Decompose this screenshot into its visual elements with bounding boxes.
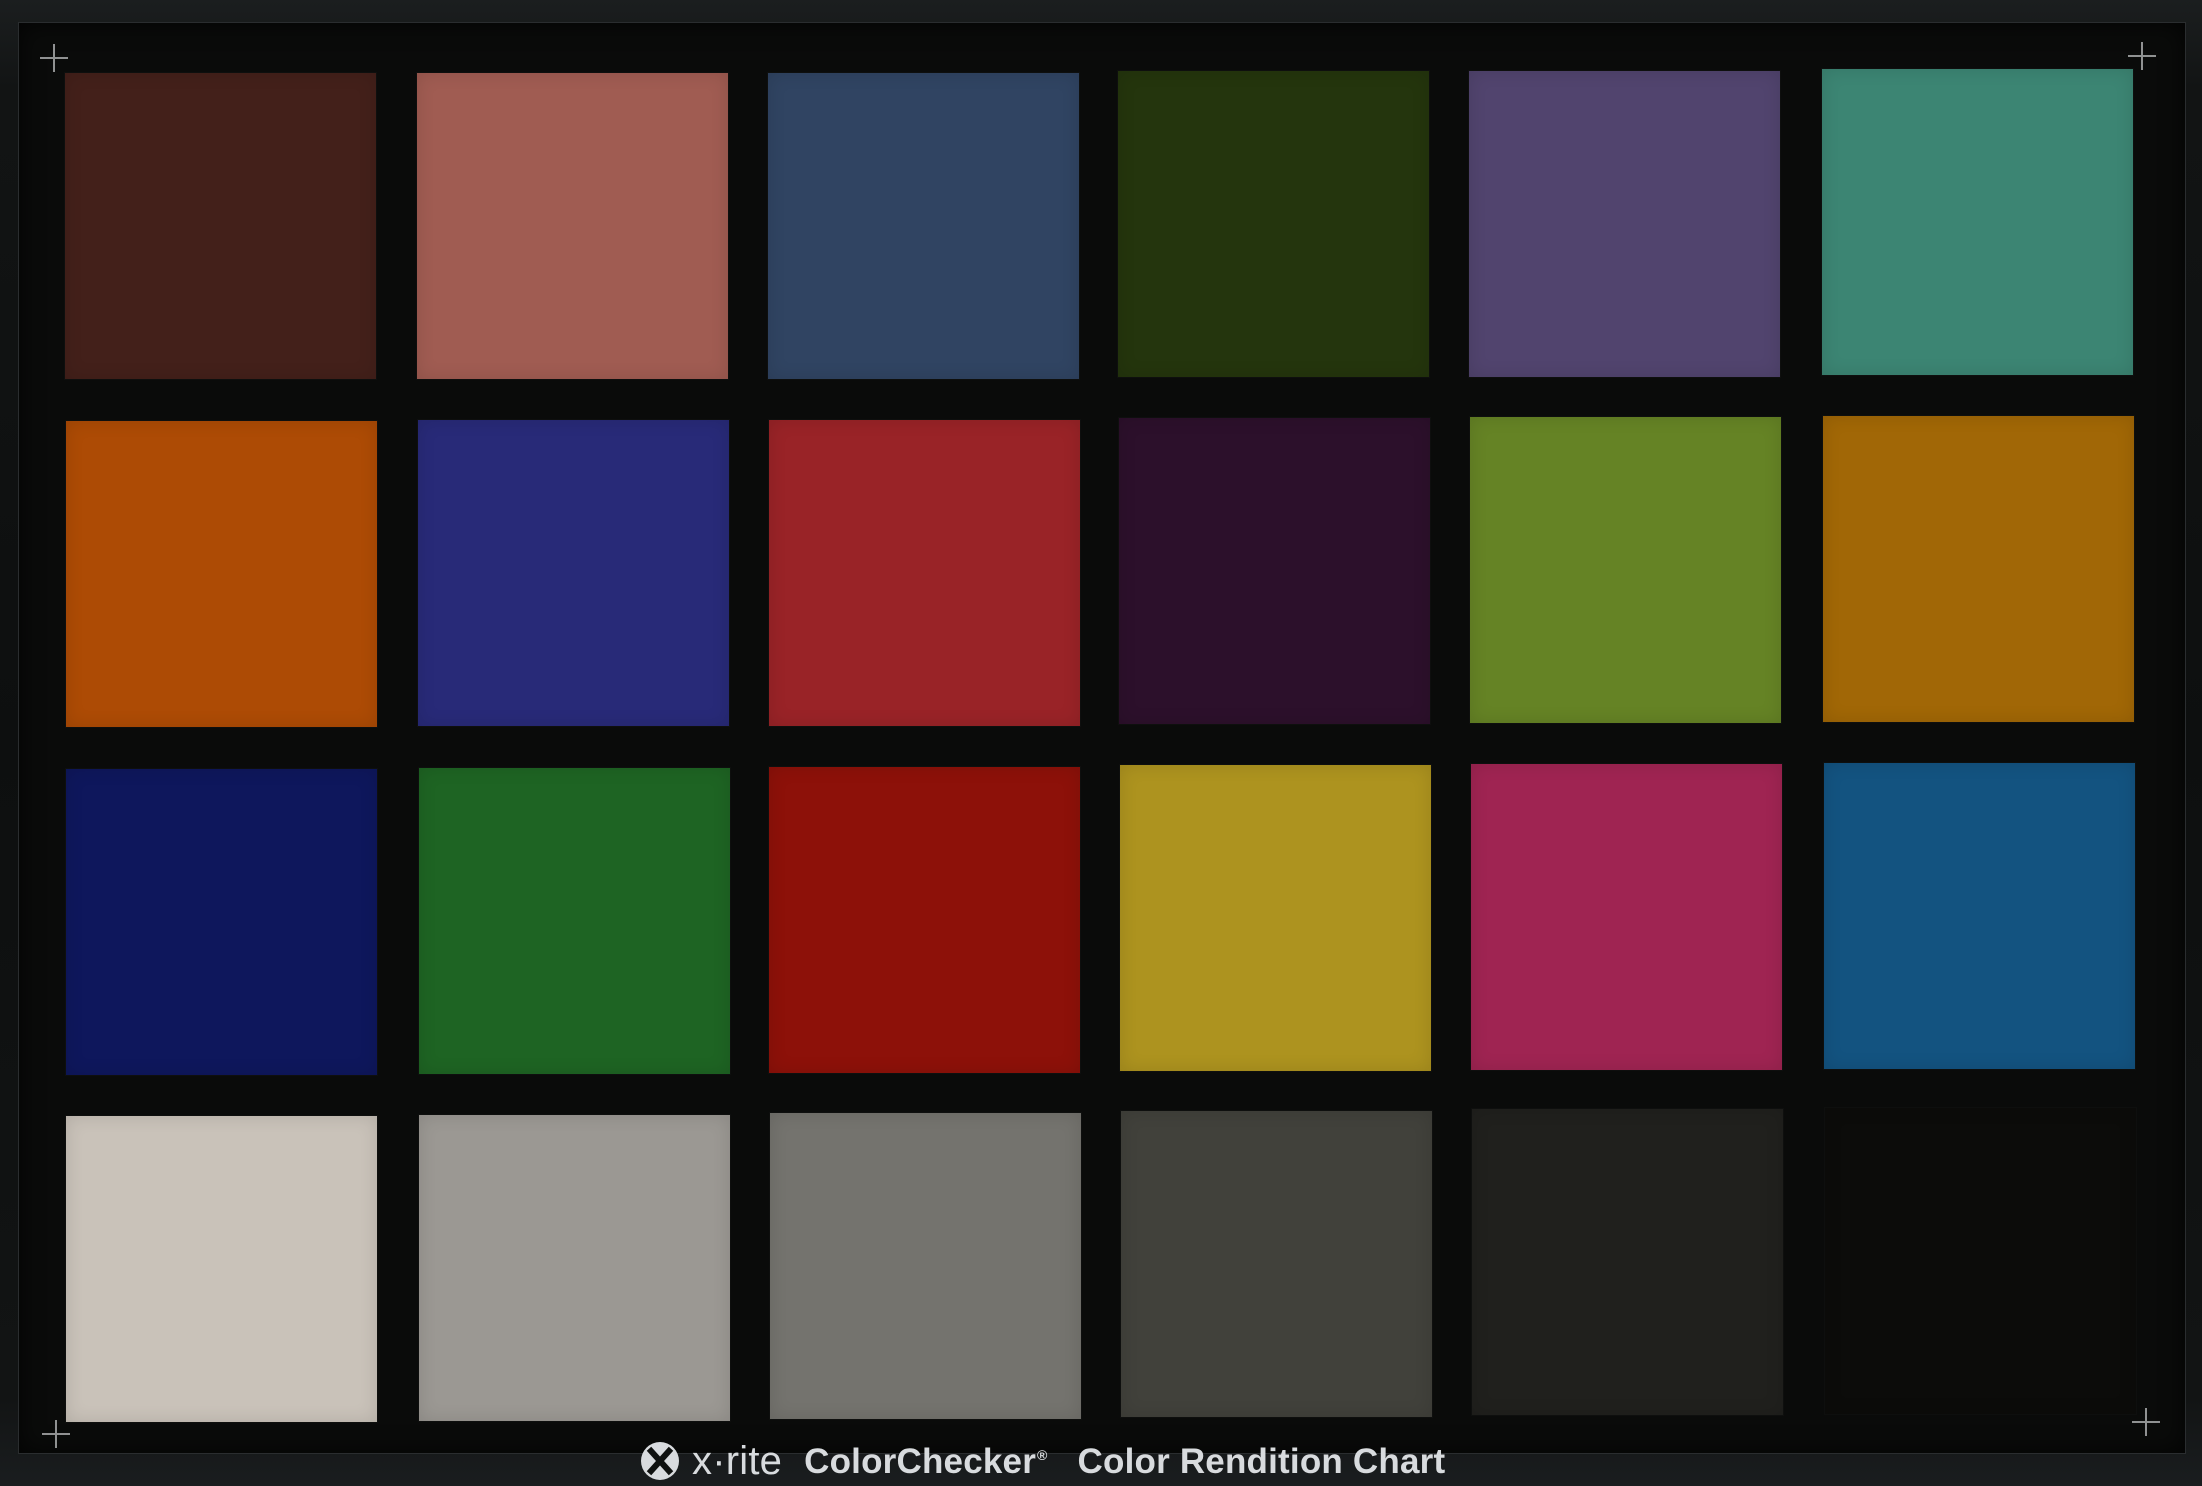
color-patch — [1120, 765, 1431, 1071]
color-patch — [65, 73, 376, 379]
colorchecker-chart — [18, 22, 2186, 1454]
color-patch — [1472, 1109, 1783, 1415]
chart-caption: x·rite ColorChecker® Color Rendition Cha… — [640, 1440, 1445, 1482]
product-name: ColorChecker® — [804, 1444, 1047, 1479]
color-patch — [1822, 69, 2133, 375]
color-patch — [418, 420, 729, 726]
color-patch — [1823, 416, 2134, 722]
product-label: ColorChecker — [804, 1441, 1037, 1481]
color-patch — [419, 1115, 730, 1421]
color-patch — [66, 421, 377, 727]
color-patch — [417, 73, 728, 379]
color-patch — [1825, 1108, 2136, 1414]
color-patch — [770, 1113, 1081, 1419]
color-patch — [768, 73, 1079, 379]
color-patch — [769, 767, 1080, 1073]
color-patch — [66, 769, 377, 1075]
crosshair-top-right-icon — [2128, 42, 2156, 70]
crosshair-bottom-left-icon — [42, 1420, 70, 1448]
color-patch — [1119, 418, 1430, 724]
color-patch — [66, 1116, 377, 1422]
x-rite-logo-icon — [640, 1441, 680, 1481]
colorchecker-frame: x·rite ColorChecker® Color Rendition Cha… — [0, 0, 2202, 1486]
crosshair-top-left-icon — [40, 44, 68, 72]
color-patch — [1121, 1111, 1432, 1417]
chart-subtitle: Color Rendition Chart — [1077, 1441, 1446, 1481]
brand-name: x·rite — [692, 1439, 783, 1483]
color-patch — [1469, 71, 1780, 377]
color-patch — [1471, 764, 1782, 1070]
color-patch — [1118, 71, 1429, 377]
color-patch — [1470, 417, 1781, 723]
color-patch — [1824, 763, 2135, 1069]
registered-mark: ® — [1037, 1446, 1048, 1463]
color-patch — [769, 420, 1080, 726]
crosshair-bottom-right-icon — [2132, 1408, 2160, 1436]
color-patch — [419, 768, 730, 1074]
